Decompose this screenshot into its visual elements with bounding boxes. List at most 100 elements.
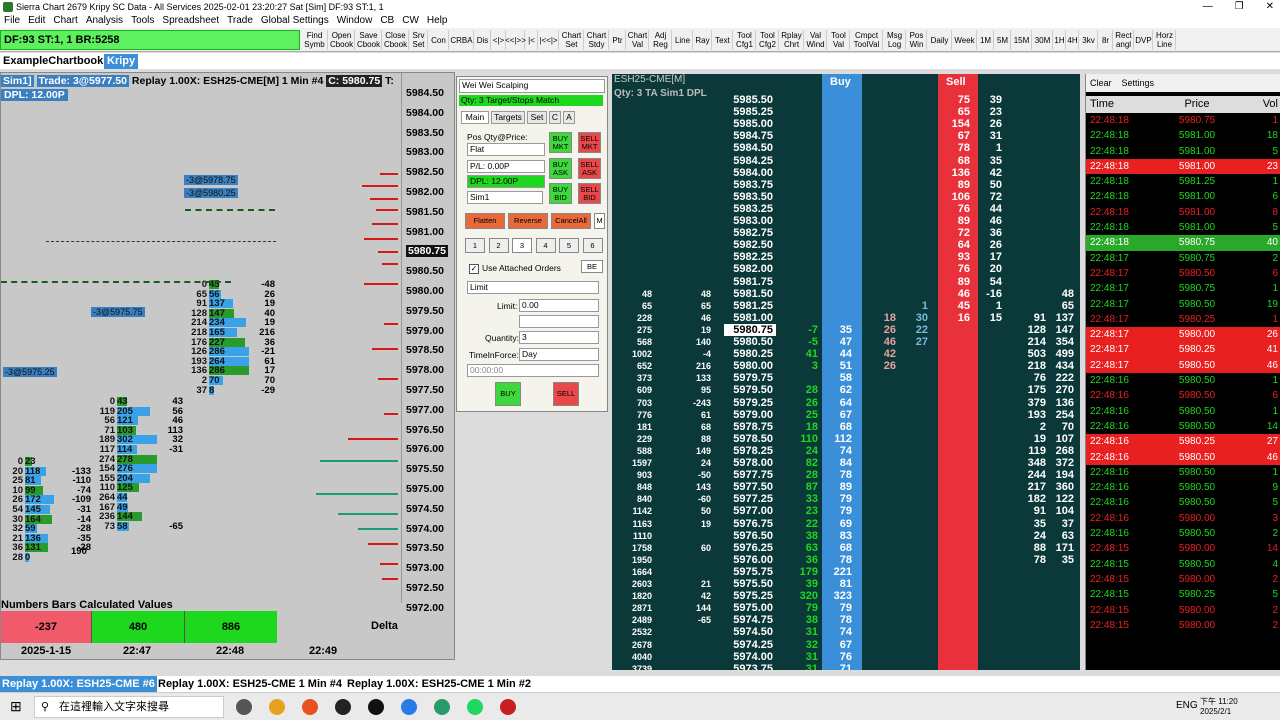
sell-market-button[interactable]: SELL MKT [578, 132, 601, 153]
toolbar-button[interactable]: Line [673, 30, 693, 50]
qty-button[interactable]: 2 [488, 238, 509, 253]
col-price[interactable]: Price [1152, 96, 1242, 113]
dom-row[interactable]: 848 143 5977.50 87 89 217 360 [612, 481, 1080, 493]
close-icon[interactable]: ✕ [1266, 0, 1274, 14]
dom-row[interactable]: 2603 21 5975.50 39 81 [612, 578, 1080, 590]
dom-row[interactable]: 1142 50 5977.00 23 79 91 104 [612, 505, 1080, 517]
brave-icon[interactable] [302, 699, 318, 715]
app-icon[interactable] [434, 699, 450, 715]
buy-ask-button[interactable]: BUY ASK [549, 158, 572, 179]
dom-row[interactable]: 588 149 5978.25 24 74 119 268 [612, 445, 1080, 457]
chart-tab-2[interactable]: Replay 1.00X: ESH25-CME 1 Min #2 [347, 676, 531, 692]
toolbar-button[interactable]: 30M [1033, 30, 1053, 50]
trade-tab[interactable]: Targets [491, 111, 525, 124]
m-button[interactable]: M [594, 213, 605, 229]
buy-market-button[interactable]: BUY MKT [549, 132, 572, 153]
toolbar-button[interactable]: Pos Win [907, 30, 927, 50]
account-select[interactable]: Sim1 [467, 191, 543, 204]
toolbar-button[interactable]: <|> [492, 30, 506, 50]
dom-row[interactable]: 373 133 5979.75 58 76 222 [612, 372, 1080, 384]
dom-row[interactable]: 4040 5974.00 31 76 [612, 651, 1080, 663]
menu-tools[interactable]: Tools [127, 14, 158, 28]
clock-time[interactable]: 下午 11:20 [1200, 696, 1238, 707]
dom-row[interactable]: 1597 24 5978.00 82 84 348 372 [612, 457, 1080, 469]
order-type-select[interactable]: Limit [467, 281, 599, 294]
toolbar-button[interactable]: Chart Stdy [585, 30, 609, 50]
toolbar-button[interactable]: 3kv [1080, 30, 1098, 50]
toolbar-button[interactable]: Tool Val [828, 30, 850, 50]
attached-orders-checkbox[interactable]: ✓ [469, 264, 479, 274]
toolbar-button[interactable]: Open Cbook [329, 30, 355, 50]
dom-row[interactable]: 5982.25 93 17 [612, 251, 1080, 263]
menu-spreadsheet[interactable]: Spreadsheet [158, 14, 223, 28]
toolbar-button[interactable]: Adj Reg [650, 30, 672, 50]
dom-row[interactable]: 5984.25 68 35 [612, 155, 1080, 167]
dom-row[interactable]: 903 -50 5977.75 28 78 244 194 [612, 469, 1080, 481]
toolbar-button[interactable]: Rect angl [1114, 30, 1134, 50]
settings-button[interactable]: Settings [1122, 78, 1155, 88]
cancel-all-button[interactable]: CancelAll [551, 213, 591, 229]
menu-file[interactable]: File [0, 14, 24, 28]
toolbar-button[interactable]: Text [713, 30, 733, 50]
task-view-icon[interactable] [236, 699, 252, 715]
toolbar-button[interactable]: Week [953, 30, 977, 50]
toolbar-button[interactable]: Msg Log [884, 30, 906, 50]
toolbar-button[interactable]: Ray [694, 30, 712, 50]
dom-row[interactable]: 5983.75 89 50 [612, 179, 1080, 191]
menu-cw[interactable]: CW [398, 14, 423, 28]
buy-button[interactable]: BUY [495, 382, 521, 406]
menu-window[interactable]: Window [333, 14, 377, 28]
sell-bid-button[interactable]: SELL BID [578, 183, 601, 204]
tif-select[interactable]: Day [519, 348, 599, 361]
minimize-icon[interactable]: — [1203, 0, 1213, 14]
dom-row[interactable]: 5983.50 106 72 [612, 191, 1080, 203]
toolbar-button[interactable]: Rplay Chrt [780, 30, 804, 50]
stop-price-input[interactable] [519, 315, 599, 328]
menu-analysis[interactable]: Analysis [82, 14, 127, 28]
menu-edit[interactable]: Edit [24, 14, 49, 28]
buy-bid-button[interactable]: BUY BID [549, 183, 572, 204]
dom-row[interactable]: 5982.50 64 26 [612, 239, 1080, 251]
dom-row[interactable]: 1163 19 5976.75 22 69 35 37 [612, 518, 1080, 530]
dom-row[interactable]: 65 65 5981.25 1 45 1 65 [612, 300, 1080, 312]
dom-row[interactable]: 1664 5975.75 179 221 [612, 566, 1080, 578]
toolbar-button[interactable]: 1M [978, 30, 994, 50]
dom-row[interactable]: 1110 5976.50 38 83 24 63 [612, 530, 1080, 542]
breakeven-button[interactable]: BE [581, 260, 603, 273]
toolbar-button[interactable]: Ptr [610, 30, 626, 50]
chart-tab-4[interactable]: Replay 1.00X: ESH25-CME 1 Min #4 [158, 676, 342, 692]
toolbar-button[interactable]: <<|>> [505, 30, 526, 50]
trade-tab[interactable]: Set [527, 111, 547, 124]
dom-row[interactable]: 703 -243 5979.25 26 64 379 136 [612, 397, 1080, 409]
chart-tab-6[interactable]: Replay 1.00X: ESH25-CME #6 [0, 676, 157, 692]
dom-row[interactable]: 5984.00 136 42 [612, 167, 1080, 179]
reverse-button[interactable]: Reverse [508, 213, 548, 229]
trade-tab[interactable]: A [563, 111, 575, 124]
dom-row[interactable]: 5982.00 76 20 [612, 263, 1080, 275]
good-till-time[interactable]: 00:00:00 [467, 364, 599, 377]
dom-row[interactable]: 5984.75 67 31 [612, 130, 1080, 142]
qty-button[interactable]: 6 [582, 238, 603, 253]
menu-global-settings[interactable]: Global Settings [257, 14, 333, 28]
toolbar-button[interactable]: 1H [1054, 30, 1066, 50]
spotify-icon[interactable] [467, 699, 483, 715]
dom-row[interactable]: 229 88 5978.50 110 112 19 107 [612, 433, 1080, 445]
explorer-icon[interactable] [335, 699, 351, 715]
dom-row[interactable]: 275 19 5980.75 -7 35 26 22 128 147 [612, 323, 1080, 336]
toolbar-button[interactable]: Con [429, 30, 449, 50]
trade-tab[interactable]: Main [461, 111, 489, 124]
toolbar-button[interactable]: |< [526, 30, 538, 50]
dom-row[interactable]: 5985.50 75 39 [612, 94, 1080, 106]
toolbar-button[interactable]: 5M [995, 30, 1011, 50]
trade-tab[interactable]: C [549, 111, 561, 124]
taskbar-search[interactable]: ⚲ 在這裡輸入文字來搜尋 [34, 696, 224, 718]
toolbar-button[interactable]: Cmpct ToolVal [851, 30, 883, 50]
toolbar-button[interactable]: DVP [1135, 30, 1153, 50]
toolbar-button[interactable]: Val Wind [805, 30, 827, 50]
qty-button[interactable]: 1 [465, 238, 485, 253]
toolbar-button[interactable]: Tool Cfg2 [757, 30, 779, 50]
toolbar-button[interactable]: 8r [1099, 30, 1113, 50]
sell-button[interactable]: SELL [553, 382, 579, 406]
dom-row[interactable]: 1002 -4 5980.25 41 44 42 503 499 [612, 348, 1080, 360]
menu-cb[interactable]: CB [376, 14, 398, 28]
